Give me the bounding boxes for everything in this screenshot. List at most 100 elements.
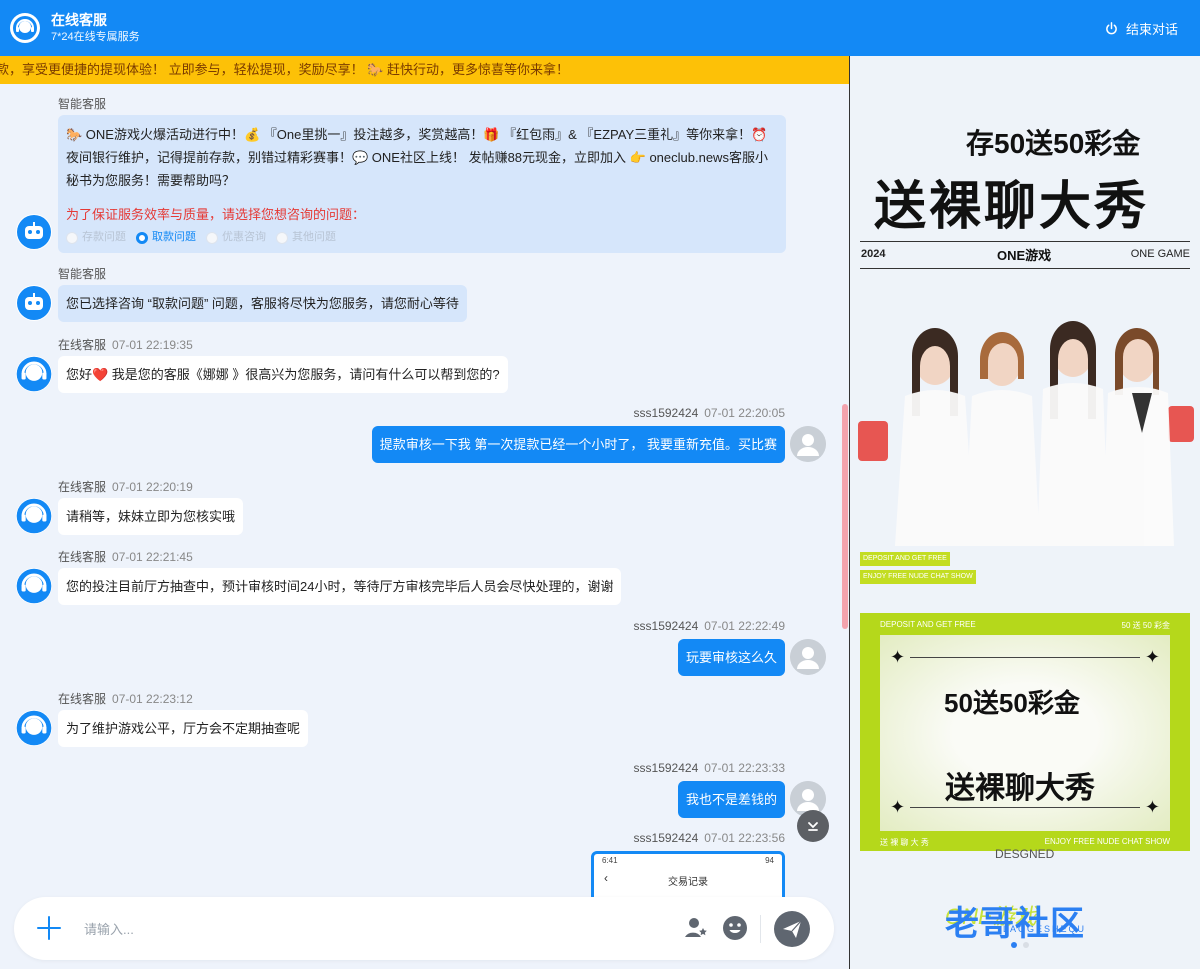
user-message-bubble: 提款审核一下我 第一次提款已经一个小时了， 我要重新充值。买比赛 [371, 426, 785, 463]
attachment-status-bar: 6:41 94 [602, 856, 774, 865]
carousel-dot[interactable] [1011, 942, 1017, 948]
promo-card-label: DEPOSIT AND GET FREE [880, 620, 976, 629]
support-avatar [10, 13, 40, 43]
promo-card: DEPOSIT AND GET FREE 50 送 50 彩金 ✦ ✦ 50送5… [860, 613, 1190, 851]
chevron-left-icon: ‹ [604, 871, 608, 885]
emoji-button[interactable] [722, 915, 748, 941]
promo-card-line: 50送50彩金 [944, 688, 1080, 718]
bot-avatar [16, 285, 52, 321]
sparkle-icon: ✦ [1144, 647, 1160, 667]
promo-brand-en: ONE GAME [1130, 248, 1190, 260]
welcome-text: 🐎 ONE游戏火爆活动进行中！💰 『One里挑一』投注越多，奖赏越高！🎁 『红包… [66, 127, 768, 188]
message-time: 07-01 22:23:12 [112, 692, 193, 706]
message-meta: 在线客服 07-01 22:21:45 [58, 548, 193, 565]
community-logo-sub: LAOGESHEQU [1003, 924, 1087, 934]
sender-name: sss1592424 [633, 831, 699, 845]
sparkle-icon: ✦ [1144, 797, 1160, 817]
headset-agent-icon [13, 16, 37, 40]
scroll-to-bottom-button[interactable] [797, 810, 829, 842]
agent-avatar [16, 356, 52, 392]
message-time: 07-01 22:20:05 [704, 406, 785, 420]
send-paper-plane-icon [774, 911, 810, 947]
composer-divider [760, 915, 761, 943]
promo-card-label: 50 送 50 彩金 [1121, 621, 1170, 630]
sender-name: 在线客服 [58, 550, 107, 564]
attachment-title: ‹ 交易记录 [604, 871, 708, 888]
carousel-dot[interactable] [1023, 942, 1029, 948]
chevron-down-icon [808, 822, 818, 831]
headset-agent-icon [16, 710, 52, 746]
option-withdrawal[interactable]: 取款问题 [136, 228, 196, 247]
promo-card-label: ENJOY FREE NUDE CHAT SHOW [1044, 837, 1170, 846]
sender-name: 智能客服 [58, 267, 107, 281]
promo-rule [860, 268, 1190, 269]
promo-card-line: 送裸聊大秀 [945, 772, 1095, 805]
welcome-message: 🐎 ONE游戏火爆活动进行中！💰 『One里挑一』投注越多，奖赏越高！🎁 『红包… [58, 115, 786, 253]
agent-avatar [16, 568, 52, 604]
end-chat-button[interactable]: 结束对话 [1105, 19, 1178, 38]
sender-name: 智能客服 [58, 97, 107, 111]
radio-icon [276, 231, 288, 244]
user-avatar [790, 639, 826, 675]
sparkle-icon: ✦ [890, 647, 906, 667]
user-message-bubble: 玩要审核这么久 [677, 639, 785, 676]
message-meta: 在线客服 07-01 22:19:35 [58, 336, 193, 353]
contact-agent-button[interactable] [684, 915, 708, 939]
message-meta: sss1592424 07-01 22:23:56 [634, 831, 785, 845]
marquee-text: 款，享受更便捷的提现体验！ 立即参与，轻松提现，奖励尽享！ 🐎 赶快行动，更多惊… [0, 62, 570, 77]
message-bubble: 请稍等，妹妹立即为您核实哦 [58, 498, 244, 535]
carousel-dots [1008, 942, 1032, 948]
chat-scrollbar[interactable] [842, 404, 848, 629]
message-bubble: 您好❤️ 我是您的客服《娜娜 》很高兴为您服务，请问有什么可以帮到您的? [58, 356, 508, 393]
promo-banner[interactable]: 存50送50彩金 送裸聊大秀 2024 ONE游戏 ONE GAME DEPOS… [849, 56, 1200, 969]
promo-subheadline: 送裸聊大秀 [874, 178, 1150, 236]
smiley-icon [723, 916, 747, 940]
agent-avatar [16, 710, 52, 746]
message-input[interactable] [84, 917, 604, 941]
send-button[interactable] [774, 911, 810, 947]
agent-avatar [16, 498, 52, 534]
message-bubble: 为了维护游戏公平，厅方会不定期抽查呢 [58, 710, 309, 747]
bot-avatar [16, 214, 52, 250]
headset-agent-icon [16, 498, 52, 534]
headset-agent-icon [16, 356, 52, 392]
message-meta: sss1592424 07-01 22:23:33 [634, 761, 785, 775]
promo-rule [860, 241, 1190, 242]
message-time: 07-01 22:22:49 [704, 619, 785, 633]
message-meta: 智能客服 [58, 95, 106, 112]
message-time: 07-01 22:19:35 [112, 338, 193, 352]
sender-name: 在线客服 [58, 480, 107, 494]
person-icon [790, 639, 826, 675]
option-promotion[interactable]: 优惠咨询 [206, 228, 266, 247]
message-time: 07-01 22:21:45 [112, 550, 193, 564]
user-message-bubble: 我也不是差钱的 [677, 781, 785, 818]
plus-icon[interactable] [36, 915, 62, 941]
promo-year: 2024 [861, 248, 886, 260]
option-deposit[interactable]: 存款问题 [66, 228, 126, 247]
message-composer [14, 897, 834, 960]
person-star-icon [685, 918, 707, 937]
promo-tag: DEPOSIT AND GET FREE [860, 552, 950, 566]
message-time: 07-01 22:23:56 [704, 831, 785, 845]
radio-icon [66, 231, 78, 244]
sender-name: sss1592424 [633, 761, 699, 775]
header-subtitle: 7*24在线专属服务 [51, 31, 140, 43]
message-meta: sss1592424 07-01 22:20:05 [634, 406, 785, 420]
sender-name: sss1592424 [633, 619, 699, 633]
message-meta: 在线客服 07-01 22:23:12 [58, 690, 193, 707]
chat-thread[interactable]: 智能客服 🐎 ONE游戏火爆活动进行中！💰 『One里挑一』投注越多，奖赏越高！… [0, 84, 849, 969]
option-other[interactable]: 其他问题 [276, 228, 336, 247]
message-bubble: 您的投注目前厅方抽查中，预计审核时间24小时，等待厅方审核完毕后人员会尽快处理的… [58, 568, 622, 605]
sender-name: sss1592424 [633, 406, 699, 420]
question-prompt: 为了保证服务效率与质量，请选择您想咨询的问题： [66, 207, 366, 222]
message-time: 07-01 22:20:19 [112, 480, 193, 494]
radio-selected-icon [136, 231, 148, 244]
promo-caption: DESGNED [995, 847, 1055, 861]
message-meta: sss1592424 07-01 22:22:49 [634, 619, 785, 633]
user-avatar [790, 426, 826, 462]
robot-icon [17, 215, 51, 249]
promo-brand: ONE游戏 [997, 248, 1052, 263]
message-bubble: 您已选择咨询 “取款问题” 问题，客服将尽快为您服务，请您耐心等待 [58, 285, 467, 322]
person-icon [790, 426, 826, 462]
announcement-marquee: 款，享受更便捷的提现体验！ 立即参与，轻松提现，奖励尽享！ 🐎 赶快行动，更多惊… [0, 56, 849, 84]
